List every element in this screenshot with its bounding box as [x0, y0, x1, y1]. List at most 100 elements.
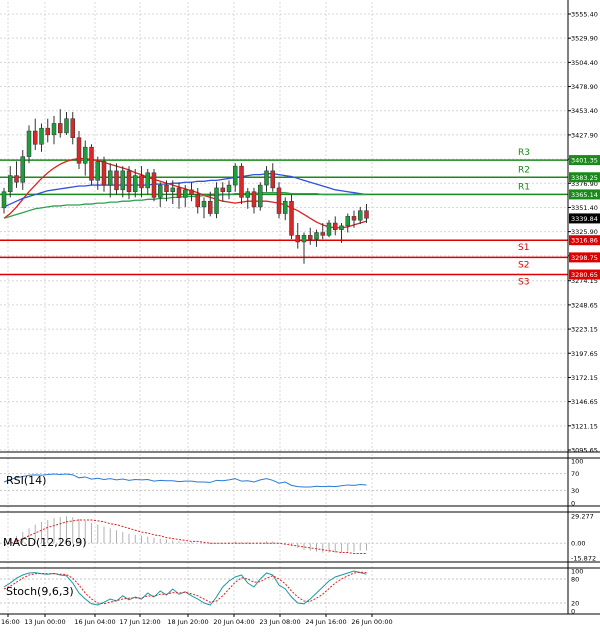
- candle-body: [320, 232, 325, 236]
- candle-body: [108, 170, 113, 186]
- time-tick-label: 16 Jun 04:00: [74, 618, 115, 626]
- candle-body: [76, 137, 82, 164]
- level-price-label: 3298.75: [571, 254, 598, 262]
- chart-background: [0, 0, 600, 629]
- candle-body: [245, 191, 250, 198]
- candle-body: [333, 222, 338, 230]
- price-tick-label: 3504.40: [571, 59, 598, 67]
- stoch-tick-label: 0: [571, 608, 575, 616]
- time-tick-label: 16:00: [1, 618, 20, 626]
- candle-body: [258, 184, 263, 208]
- candle-body: [139, 175, 144, 189]
- candle-body: [101, 161, 107, 186]
- candle-body: [301, 235, 307, 243]
- macd-tick-label: 29.277: [571, 513, 594, 521]
- price-tick-label: 3427.90: [571, 131, 598, 139]
- time-tick-label: 17 Jun 12:00: [119, 618, 160, 626]
- candle-body: [158, 184, 163, 198]
- candle-body: [20, 156, 25, 183]
- candle-body: [39, 127, 44, 145]
- time-tick-label: 23 Jun 08:00: [259, 618, 300, 626]
- candle-body: [14, 175, 19, 183]
- time-tick-label: 24 Jun 16:00: [305, 618, 346, 626]
- candle-body: [120, 170, 125, 191]
- time-tick-label: 13 Jun 00:00: [24, 618, 65, 626]
- price-tick-label: 3172.15: [571, 374, 598, 382]
- candle-body: [70, 118, 75, 138]
- candle-body: [364, 210, 369, 219]
- candle-body: [8, 175, 13, 192]
- candle-body: [58, 123, 63, 134]
- candle-body: [114, 170, 119, 191]
- candle-body: [358, 210, 363, 221]
- candle-body: [201, 200, 207, 208]
- price-tick-label: 3529.90: [571, 35, 598, 43]
- price-tick-label: 3248.65: [571, 301, 598, 309]
- stoch-tick-label: 100: [571, 568, 583, 576]
- level-label-s2: S2: [518, 260, 529, 270]
- rsi-tick-label: 100: [571, 458, 583, 466]
- candle-body: [83, 146, 88, 164]
- current-price-label: 3339.84: [571, 215, 598, 223]
- macd-label: MACD(12,26,9): [3, 536, 87, 549]
- level-price-label: 3280.65: [571, 271, 598, 279]
- price-tick-label: 3351.40: [571, 204, 598, 212]
- candle-body: [289, 200, 294, 236]
- level-label-s3: S3: [518, 278, 529, 288]
- macd-tick-label: 0.00: [571, 540, 585, 548]
- level-price-label: 3316.86: [571, 237, 598, 245]
- level-label-r2: R2: [518, 165, 530, 175]
- candle-body: [176, 187, 182, 198]
- candle-body: [214, 187, 219, 214]
- price-tick-label: 3223.15: [571, 326, 598, 334]
- candle-body: [283, 200, 288, 214]
- candle-body: [220, 187, 225, 192]
- candle-body: [26, 130, 32, 157]
- candle-body: [233, 165, 238, 186]
- candle-body: [276, 187, 282, 214]
- rsi-tick-label: 70: [571, 470, 579, 478]
- candle-body: [145, 172, 150, 189]
- time-tick-label: 26 Jun 00:00: [351, 618, 392, 626]
- candle-body: [33, 130, 38, 145]
- candle-body: [95, 161, 100, 181]
- rsi-tick-label: 0: [571, 500, 575, 508]
- level-price-label: 3365.14: [571, 191, 598, 199]
- price-tick-label: 3325.90: [571, 228, 598, 236]
- rsi-tick-label: 30: [571, 487, 579, 495]
- candle-body: [308, 235, 313, 240]
- price-tick-label: 3478.90: [571, 83, 598, 91]
- candle-body: [1, 191, 7, 209]
- candle-body: [51, 123, 57, 136]
- price-tick-label: 3121.15: [571, 422, 598, 430]
- candle-body: [170, 187, 175, 192]
- stoch-tick-label: 20: [571, 600, 579, 608]
- price-tick-label: 3095.65: [571, 447, 598, 455]
- candle-body: [264, 170, 269, 186]
- candle-body: [64, 118, 69, 134]
- price-tick-label: 3555.40: [571, 11, 598, 19]
- candle-body: [270, 170, 275, 189]
- candle-body: [339, 225, 344, 230]
- stoch-label: Stoch(9,6,3): [6, 585, 74, 598]
- candle-body: [326, 222, 332, 236]
- macd-tick-label: -15.872: [571, 555, 596, 563]
- candle-body: [164, 184, 169, 192]
- candle-body: [295, 235, 300, 243]
- candle-body: [189, 189, 194, 195]
- time-tick-label: 20 Jun 04:00: [213, 618, 254, 626]
- candle-body: [345, 216, 350, 227]
- price-tick-label: 3197.65: [571, 350, 598, 358]
- candle-body: [226, 184, 232, 192]
- level-label-r1: R1: [518, 182, 530, 192]
- stoch-tick-label: 80: [571, 576, 579, 584]
- candle-body: [45, 127, 50, 136]
- price-tick-label: 3146.65: [571, 398, 598, 406]
- candle-body: [251, 191, 257, 208]
- candle-body: [195, 194, 200, 208]
- price-tick-label: 3453.40: [571, 107, 598, 115]
- candle-body: [126, 170, 132, 192]
- level-label-r3: R3: [518, 148, 530, 158]
- chart-svg: R3 R2 R1 S1 S2 S3 RSI(14) MACD(12,26,9) Stoch…: [0, 0, 600, 629]
- candle-body: [133, 175, 138, 192]
